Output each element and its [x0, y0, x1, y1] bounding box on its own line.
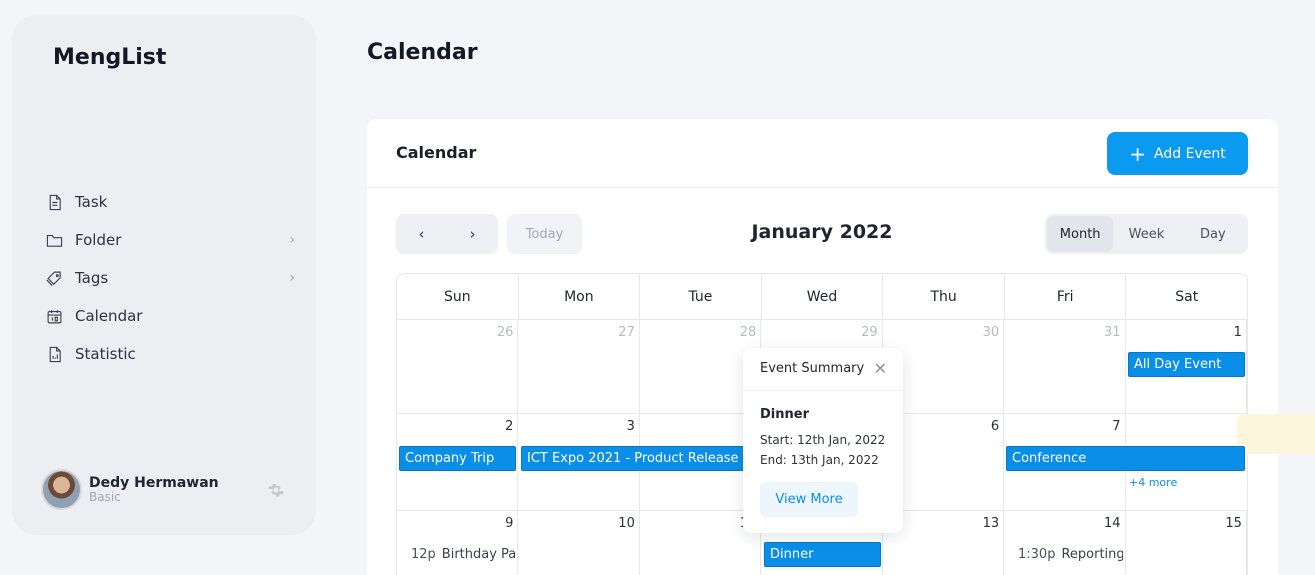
day-number: 26: [496, 325, 514, 340]
view-more-button[interactable]: View More: [760, 482, 858, 517]
sidebar-item-tags[interactable]: Tags ›: [45, 259, 295, 297]
weekday-label: Sun: [397, 274, 519, 319]
brand-logo: MengList: [53, 45, 167, 70]
sidebar-item-folder[interactable]: Folder ›: [45, 221, 295, 259]
weekday-label: Wed: [762, 274, 884, 319]
chart-file-icon: [45, 345, 63, 363]
day-cell[interactable]: 26: [397, 320, 519, 413]
more-events-link[interactable]: +4 more: [1129, 476, 1177, 489]
day-number: 14: [1103, 516, 1121, 531]
chevron-right-icon[interactable]: ›: [447, 214, 498, 254]
weekday-label: Tue: [640, 274, 762, 319]
gear-icon[interactable]: [267, 481, 285, 499]
event-summary-popover: Event Summary ✕ Dinner Start: 12th Jan, …: [743, 348, 903, 533]
day-number: 6: [990, 419, 1000, 434]
event-dinner[interactable]: Dinner: [764, 542, 881, 567]
file-icon: [45, 193, 63, 211]
day-number: 7: [1112, 419, 1121, 434]
day-number: 10: [618, 516, 635, 531]
weekday-label: Mon: [519, 274, 641, 319]
weekday-header: Sun Mon Tue Wed Thu Fri Sat: [397, 274, 1247, 320]
add-event-label: Add Event: [1154, 145, 1226, 162]
event-reporting[interactable]: 1:30p Reporting: [1006, 542, 1123, 567]
sidebar-item-label: Tags: [75, 269, 109, 287]
sidebar-item-label: Folder: [75, 231, 122, 249]
card-title: Calendar: [396, 143, 477, 162]
day-number: 3: [626, 419, 635, 434]
day-number: 27: [618, 325, 635, 340]
tag-icon: [45, 269, 63, 287]
avatar: [41, 469, 82, 510]
popover-event-name: Dinner: [760, 407, 809, 422]
event-time: 1:30p: [1018, 547, 1056, 562]
weekday-label: Sat: [1175, 288, 1199, 305]
chevron-left-icon[interactable]: ‹: [396, 214, 447, 254]
day-number: 13: [982, 516, 1000, 531]
day-cell[interactable]: 15: [1126, 511, 1247, 575]
view-month-button[interactable]: Month: [1047, 216, 1114, 252]
day-number: 9: [505, 516, 514, 531]
user-name: Dedy Hermawan: [89, 475, 219, 491]
sidebar-item-calendar[interactable]: Calendar: [45, 297, 295, 335]
event-birthday[interactable]: 12p Birthday Party: [399, 542, 516, 567]
weekday-label: Fri: [1005, 274, 1127, 319]
day-number: 30: [982, 325, 1000, 340]
event-title: Birthday Party: [441, 547, 516, 562]
day-number: 2: [505, 419, 514, 434]
day-cell-today[interactable]: 8: [1236, 414, 1315, 454]
page-title: Calendar: [367, 40, 478, 65]
calendar-icon: [45, 307, 63, 325]
sidebar-item-statistic[interactable]: Statistic: [45, 335, 295, 373]
weekday-label: Thu: [883, 274, 1005, 319]
event-company-trip[interactable]: Company Trip: [399, 446, 516, 471]
day-cell[interactable]: 27: [518, 320, 640, 413]
add-event-button[interactable]: + Add Event: [1107, 132, 1248, 175]
event-conference[interactable]: Conference: [1006, 446, 1245, 471]
day-number: 15: [1225, 516, 1242, 531]
day-cell[interactable]: 31: [1004, 320, 1126, 413]
sidebar-item-label: Statistic: [75, 345, 136, 363]
chevron-right-icon: ›: [289, 232, 295, 248]
popover-header: Event Summary ✕: [743, 348, 903, 391]
calendar-toolbar: ‹ › Today January 2022 Month Week Day: [396, 214, 1248, 254]
day-number: 31: [1103, 325, 1121, 340]
card-header: Calendar + Add Event: [367, 119, 1278, 188]
day-number: 1: [1233, 325, 1242, 340]
view-week-button[interactable]: Week: [1113, 216, 1179, 252]
sidebar-nav: Task Folder › Tags › Calendar Statistic: [45, 183, 295, 373]
popover-end: End: 13th Jan, 2022: [760, 453, 879, 467]
sidebar-item-label: Task: [75, 193, 108, 211]
popover-start: Start: 12th Jan, 2022: [760, 433, 886, 447]
event-ict-expo[interactable]: ICT Expo 2021 - Product Release: [521, 446, 745, 471]
day-number: 29: [861, 325, 878, 340]
view-day-button[interactable]: Day: [1180, 216, 1246, 252]
folder-icon: [45, 231, 63, 249]
sidebar-item-label: Calendar: [75, 307, 143, 325]
day-cell[interactable]: 10: [518, 511, 640, 575]
event-title: Reporting: [1061, 547, 1123, 562]
chevron-right-icon: ›: [289, 270, 295, 286]
user-profile[interactable]: Dedy Hermawan Basic: [41, 469, 291, 510]
sidebar-item-task[interactable]: Task: [45, 183, 295, 221]
day-number: 28: [739, 325, 757, 340]
event-time: 12p: [411, 547, 436, 562]
today-button[interactable]: Today: [507, 214, 582, 254]
month-nav: ‹ ›: [396, 214, 498, 254]
user-plan: Basic: [89, 490, 121, 504]
popover-title: Event Summary: [760, 361, 865, 376]
plus-icon: +: [1129, 141, 1147, 166]
sidebar: MengList Task Folder › Tags › Calendar S…: [12, 15, 316, 535]
close-icon[interactable]: ✕: [874, 359, 887, 378]
view-switcher: Month Week Day: [1045, 214, 1248, 254]
event-all-day[interactable]: All Day Event: [1128, 352, 1245, 377]
